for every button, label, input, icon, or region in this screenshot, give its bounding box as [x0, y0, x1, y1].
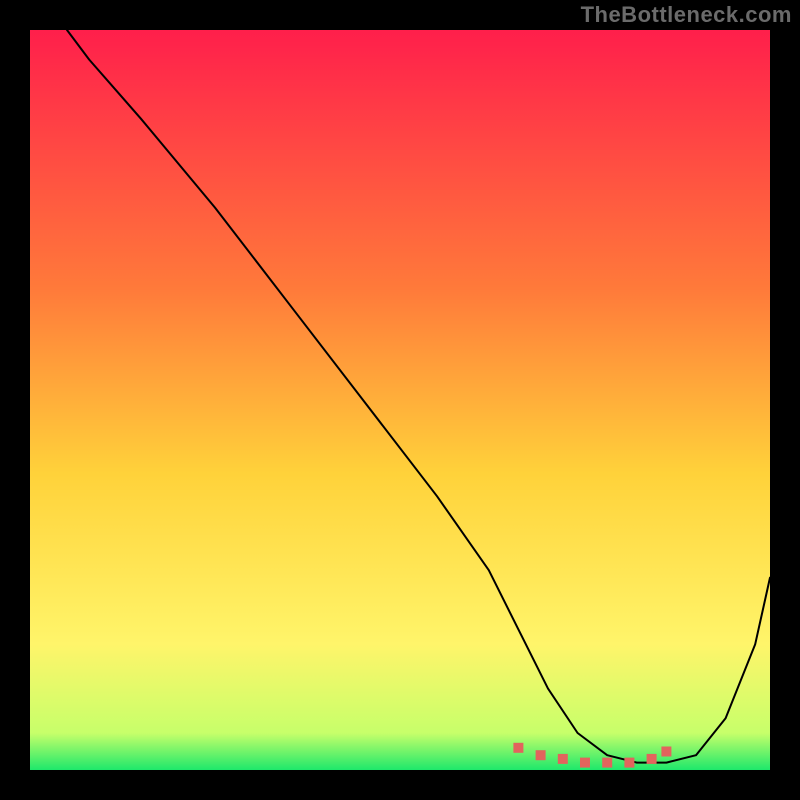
marker-point	[602, 758, 612, 768]
plot-svg	[0, 0, 800, 800]
marker-point	[624, 758, 634, 768]
gradient-background	[30, 30, 770, 770]
chart-canvas: TheBottleneck.com	[0, 0, 800, 800]
marker-point	[558, 754, 568, 764]
marker-point	[513, 743, 523, 753]
marker-point	[647, 754, 657, 764]
marker-point	[580, 758, 590, 768]
marker-point	[661, 747, 671, 757]
marker-point	[536, 750, 546, 760]
